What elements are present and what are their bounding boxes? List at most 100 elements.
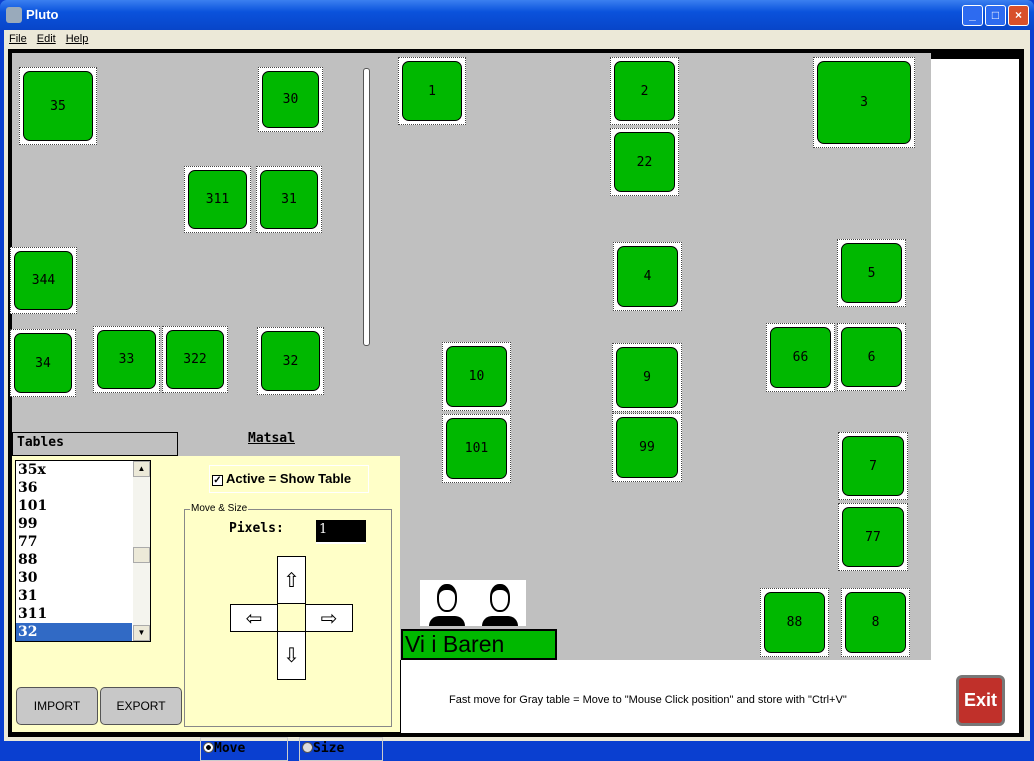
table-label: 101 xyxy=(446,418,507,479)
arrow-up-icon: ⇧ xyxy=(283,569,300,592)
list-item[interactable]: 101 xyxy=(16,497,150,515)
table-88[interactable]: 88 xyxy=(760,588,829,657)
hint-text: Fast move for Gray table = Move to "Mous… xyxy=(449,694,847,706)
title-bar: Pluto _ □ × xyxy=(0,0,1034,30)
table-5[interactable]: 5 xyxy=(837,239,906,307)
table-31[interactable]: 31 xyxy=(256,166,322,233)
table-label: 1 xyxy=(402,61,462,121)
export-button[interactable]: EXPORT xyxy=(100,687,182,725)
list-item[interactable]: 88 xyxy=(16,551,150,569)
window-frame: File Edit Help 35 30 1 2 3 22 311 31 344 4 5 34 33 322 3… xyxy=(4,30,1030,761)
list-item[interactable]: 35x xyxy=(16,461,150,479)
import-button[interactable]: IMPORT xyxy=(16,687,98,725)
table-322[interactable]: 322 xyxy=(162,326,228,393)
table-label: 22 xyxy=(614,132,675,192)
table-22[interactable]: 22 xyxy=(610,128,679,196)
list-item[interactable]: 30 xyxy=(16,569,150,587)
table-99[interactable]: 99 xyxy=(612,413,682,482)
table-label: 34 xyxy=(14,333,72,393)
wall-divider[interactable] xyxy=(363,68,370,346)
table-33[interactable]: 33 xyxy=(93,326,160,393)
bar-area[interactable]: Vi i Baren xyxy=(401,629,557,660)
maximize-button[interactable]: □ xyxy=(985,5,1006,26)
table-label: 344 xyxy=(14,251,73,310)
table-label: 30 xyxy=(262,71,319,128)
menu-edit[interactable]: Edit xyxy=(32,30,61,48)
left-arrow-button[interactable]: ⇦ xyxy=(230,604,278,632)
checkbox-icon[interactable]: ✓ xyxy=(212,475,223,486)
table-label: 10 xyxy=(446,346,507,407)
table-label: 322 xyxy=(166,330,224,389)
list-item[interactable]: 31 xyxy=(16,587,150,605)
table-label: 311 xyxy=(188,170,247,229)
table-66[interactable]: 66 xyxy=(766,323,835,392)
table-35[interactable]: 35 xyxy=(19,67,97,145)
list-item[interactable]: 36 xyxy=(16,479,150,497)
exit-button[interactable]: Exit xyxy=(956,675,1005,726)
right-arrow-button[interactable]: ⇨ xyxy=(305,604,353,632)
scroll-down-icon[interactable]: ▼ xyxy=(133,625,150,641)
table-9[interactable]: 9 xyxy=(612,343,682,412)
group-label: Move & Size xyxy=(190,503,249,514)
pixels-label: Pixels: xyxy=(229,521,284,536)
active-checkbox[interactable]: ✓ Active = Show Table xyxy=(209,465,369,493)
active-label: Active = Show Table xyxy=(226,471,352,486)
move-label: Move xyxy=(214,741,246,756)
table-8[interactable]: 8 xyxy=(841,588,910,657)
arrow-down-icon: ⇩ xyxy=(283,645,300,667)
radio-selected-icon xyxy=(203,742,214,753)
table-3[interactable]: 3 xyxy=(813,57,915,148)
table-1[interactable]: 1 xyxy=(398,57,466,125)
window-title: Pluto xyxy=(26,7,59,22)
close-button[interactable]: × xyxy=(1008,5,1029,26)
table-label: 77 xyxy=(842,507,904,567)
table-label: 6 xyxy=(841,327,902,387)
arrow-right-icon: ⇨ xyxy=(320,607,338,630)
table-101[interactable]: 101 xyxy=(442,414,511,483)
size-radio[interactable]: Size xyxy=(299,737,383,761)
menu-help[interactable]: Help xyxy=(61,30,94,48)
table-344[interactable]: 344 xyxy=(10,247,77,314)
move-radio[interactable]: Move xyxy=(200,737,288,761)
list-scrollbar[interactable]: ▲ ▼ xyxy=(133,461,150,641)
table-label: 5 xyxy=(841,243,902,303)
pixels-input[interactable]: 1 xyxy=(316,520,366,544)
menu-file[interactable]: File xyxy=(4,30,32,48)
list-item[interactable]: 99 xyxy=(16,515,150,533)
menu-bar: File Edit Help xyxy=(4,30,1030,49)
table-2[interactable]: 2 xyxy=(610,57,679,125)
table-30[interactable]: 30 xyxy=(258,67,323,132)
scroll-up-icon[interactable]: ▲ xyxy=(133,461,150,477)
table-311[interactable]: 311 xyxy=(184,166,251,233)
table-label: 88 xyxy=(764,592,825,653)
table-label: 7 xyxy=(842,436,904,496)
table-label: 2 xyxy=(614,61,675,121)
list-item[interactable]: 32 xyxy=(16,623,132,641)
scroll-thumb[interactable] xyxy=(133,547,150,563)
list-item[interactable]: 77 xyxy=(16,533,150,551)
minimize-button[interactable]: _ xyxy=(962,5,983,26)
down-arrow-button[interactable]: ⇩ xyxy=(277,631,306,680)
face-icon xyxy=(481,582,518,626)
table-10[interactable]: 10 xyxy=(442,342,511,411)
table-4[interactable]: 4 xyxy=(613,242,682,311)
size-label: Size xyxy=(313,741,345,756)
table-77[interactable]: 77 xyxy=(838,503,908,571)
face-icon xyxy=(428,582,465,626)
table-6[interactable]: 6 xyxy=(837,323,906,391)
table-label: 3 xyxy=(817,61,911,144)
arrow-left-icon: ⇦ xyxy=(245,607,263,630)
tables-list[interactable]: 35x 36 101 99 77 88 30 31 311 32 ▲ ▼ xyxy=(15,460,151,642)
list-item[interactable]: 311 xyxy=(16,605,150,623)
client-area: 35 30 1 2 3 22 311 31 344 4 5 34 33 322 32 10 9 66 6 101 99 7… xyxy=(8,49,1024,761)
up-arrow-button[interactable]: ⇧ xyxy=(277,556,306,604)
table-32[interactable]: 32 xyxy=(257,327,324,395)
table-label: 32 xyxy=(261,331,320,391)
table-34[interactable]: 34 xyxy=(10,329,76,397)
table-label: 9 xyxy=(616,347,678,408)
right-strip xyxy=(931,59,1019,660)
move-size-group: Move & Size Pixels: 1 ⇧ ⇩ ⇦ ⇨ Move Size xyxy=(184,503,392,761)
table-label: 33 xyxy=(97,330,156,389)
table-label: 31 xyxy=(260,170,318,229)
table-7[interactable]: 7 xyxy=(838,432,908,500)
